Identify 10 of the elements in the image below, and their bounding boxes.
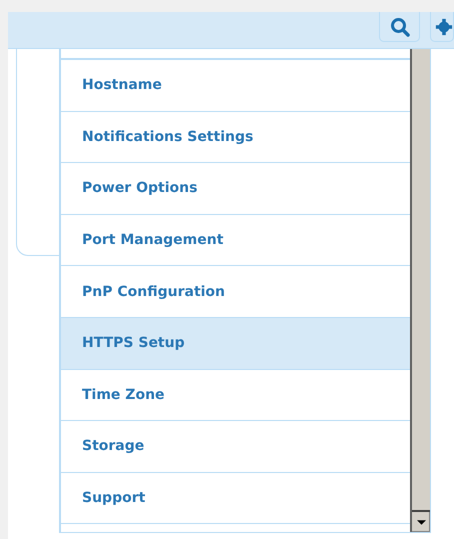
menu-item[interactable]: Time Zone <box>61 370 410 422</box>
down-arrow-icon <box>416 520 426 524</box>
menu-item[interactable]: Notifications Settings <box>61 112 410 164</box>
gear-icon <box>435 16 453 36</box>
search-icon <box>390 16 410 36</box>
search-button[interactable] <box>379 12 420 42</box>
scrollbar[interactable] <box>410 49 430 532</box>
menu-item[interactable]: HTTPS Setup <box>61 318 410 370</box>
scroll-down-button[interactable] <box>412 510 430 532</box>
settings-button[interactable] <box>430 12 454 42</box>
